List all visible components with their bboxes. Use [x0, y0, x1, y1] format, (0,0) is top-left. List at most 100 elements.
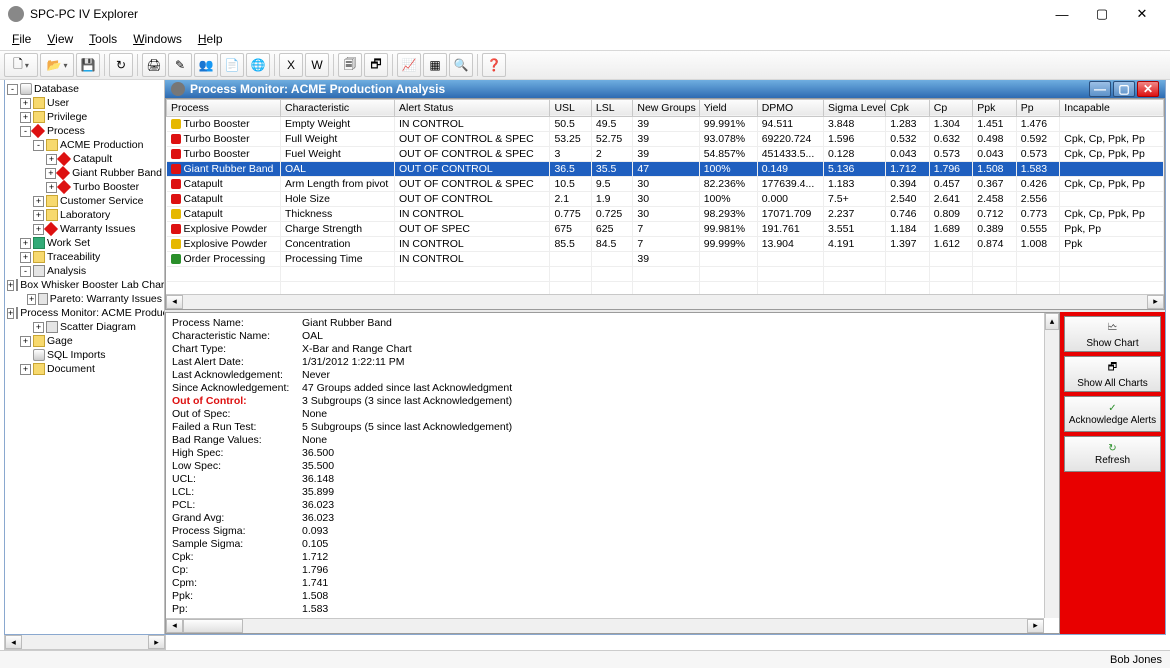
- close-button[interactable]: ✕: [1122, 2, 1162, 26]
- menu-help[interactable]: Help: [190, 29, 231, 49]
- expand-toggle[interactable]: +: [27, 294, 36, 305]
- menu-tools[interactable]: Tools: [81, 29, 125, 49]
- expand-toggle[interactable]: +: [46, 182, 57, 193]
- col-dpmo[interactable]: DPMO: [757, 99, 823, 116]
- grid-horizontal-scrollbar[interactable]: ◂ ▸: [166, 294, 1164, 309]
- navigation-tree[interactable]: -Database+User+Privilege-Process-ACME Pr…: [5, 80, 165, 634]
- tree-node-analysis[interactable]: -Analysis: [7, 264, 162, 278]
- tree-node-traceability[interactable]: +Traceability: [7, 250, 162, 264]
- table-row[interactable]: Explosive PowderCharge StrengthOUT OF SP…: [167, 221, 1164, 236]
- table-row[interactable]: Turbo BoosterFull WeightOUT OF CONTROL &…: [167, 131, 1164, 146]
- show-all-charts-button[interactable]: 🗗Show All Charts: [1064, 356, 1161, 392]
- table-row[interactable]: CatapultArm Length from pivotOUT OF CONT…: [167, 176, 1164, 191]
- expand-toggle[interactable]: +: [20, 238, 31, 249]
- col-lsl[interactable]: LSL: [591, 99, 632, 116]
- tree-node-warranty-issues[interactable]: +Warranty Issues: [7, 222, 162, 236]
- table-row[interactable]: Giant Rubber BandOALOUT OF CONTROL36.535…: [167, 161, 1164, 176]
- detail-vertical-scrollbar[interactable]: ▴: [1044, 313, 1059, 618]
- tree-node-gage[interactable]: +Gage: [7, 334, 162, 348]
- copy-button[interactable]: 🗐: [338, 53, 362, 77]
- tree-node-process[interactable]: -Process: [7, 124, 162, 138]
- tree-node-giant-rubber-band[interactable]: +Giant Rubber Band: [7, 166, 162, 180]
- menu-file[interactable]: File: [4, 29, 39, 49]
- tree-node-customer-service[interactable]: +Customer Service: [7, 194, 162, 208]
- tree-node-work-set[interactable]: +Work Set: [7, 236, 162, 250]
- minimize-button[interactable]: —: [1042, 2, 1082, 26]
- expand-toggle[interactable]: +: [33, 224, 44, 235]
- col-usl[interactable]: USL: [550, 99, 591, 116]
- expand-toggle[interactable]: +: [7, 308, 14, 319]
- table-row[interactable]: Turbo BoosterFuel WeightOUT OF CONTROL &…: [167, 146, 1164, 161]
- col-cp[interactable]: Cp: [929, 99, 973, 116]
- col-pp[interactable]: Pp: [1016, 99, 1060, 116]
- tree-node-scatter-diagram[interactable]: +Scatter Diagram: [7, 320, 162, 334]
- tree-node-pareto-warranty-issues[interactable]: +Pareto: Warranty Issues: [7, 292, 162, 306]
- expand-toggle[interactable]: +: [33, 322, 44, 333]
- tree-node-acme-production[interactable]: -ACME Production: [7, 138, 162, 152]
- table-row[interactable]: CatapultThicknessIN CONTROL0.7750.725309…: [167, 206, 1164, 221]
- expand-toggle[interactable]: -: [7, 84, 18, 95]
- expand-toggle[interactable]: +: [33, 196, 44, 207]
- open-button[interactable]: 📂: [40, 53, 74, 77]
- globe-button[interactable]: 🌐: [246, 53, 270, 77]
- cal-button[interactable]: ▦: [423, 53, 447, 77]
- show-chart-button[interactable]: 🗠Show Chart: [1064, 316, 1161, 352]
- chart-button[interactable]: 📈: [397, 53, 421, 77]
- expand-toggle[interactable]: -: [33, 140, 44, 151]
- refresh-button[interactable]: ↻: [109, 53, 133, 77]
- report-button[interactable]: 📄: [220, 53, 244, 77]
- cascade-button[interactable]: 🗗: [364, 53, 388, 77]
- menu-windows[interactable]: Windows: [125, 29, 190, 49]
- tree-node-user[interactable]: +User: [7, 96, 162, 110]
- tree-node-document[interactable]: +Document: [7, 362, 162, 376]
- table-row[interactable]: Explosive PowderConcentrationIN CONTROL8…: [167, 236, 1164, 251]
- subwindow-close-button[interactable]: ✕: [1137, 81, 1159, 97]
- acknowledge-alerts-button[interactable]: ✓Acknowledge Alerts: [1064, 396, 1161, 432]
- table-row[interactable]: Order ProcessingProcessing TimeIN CONTRO…: [167, 251, 1164, 266]
- expand-toggle[interactable]: +: [20, 252, 31, 263]
- tree-node-sql-imports[interactable]: SQL Imports: [7, 348, 162, 362]
- tree-horizontal-scrollbar[interactable]: ◂▸: [4, 635, 166, 650]
- col-incapable[interactable]: Incapable: [1060, 99, 1164, 116]
- tree-node-process-monitor-acme-producti[interactable]: +Process Monitor: ACME Producti: [7, 306, 162, 320]
- word-button[interactable]: W: [305, 53, 329, 77]
- subwindow-maximize-button[interactable]: ▢: [1113, 81, 1135, 97]
- table-row[interactable]: Turbo BoosterEmpty WeightIN CONTROL50.54…: [167, 116, 1164, 131]
- expand-toggle[interactable]: +: [7, 280, 14, 291]
- print-button[interactable]: 🖨: [142, 53, 166, 77]
- excel-button[interactable]: X: [279, 53, 303, 77]
- tree-node-catapult[interactable]: +Catapult: [7, 152, 162, 166]
- detail-horizontal-scrollbar[interactable]: ◂▸: [166, 618, 1044, 633]
- expand-toggle[interactable]: -: [20, 266, 31, 277]
- expand-toggle[interactable]: +: [46, 154, 57, 165]
- expand-toggle[interactable]: +: [20, 336, 31, 347]
- expand-toggle[interactable]: +: [20, 112, 31, 123]
- tree-node-privilege[interactable]: +Privilege: [7, 110, 162, 124]
- expand-toggle[interactable]: +: [33, 210, 44, 221]
- expand-toggle[interactable]: +: [20, 98, 31, 109]
- save-button[interactable]: 💾: [76, 53, 100, 77]
- col-sigma-level[interactable]: Sigma Level: [824, 99, 886, 116]
- refresh-button[interactable]: ↻Refresh: [1064, 436, 1161, 472]
- expand-toggle[interactable]: +: [45, 168, 56, 179]
- col-process[interactable]: Process: [167, 99, 281, 116]
- tree-node-laboratory[interactable]: +Laboratory: [7, 208, 162, 222]
- table-row[interactable]: CatapultHole SizeOUT OF CONTROL2.11.9301…: [167, 191, 1164, 206]
- col-yield[interactable]: Yield: [699, 99, 757, 116]
- tree-node-database[interactable]: -Database: [7, 82, 162, 96]
- maximize-button[interactable]: ▢: [1082, 2, 1122, 26]
- expand-toggle[interactable]: -: [20, 126, 31, 137]
- menu-view[interactable]: View: [39, 29, 81, 49]
- subwindow-minimize-button[interactable]: —: [1089, 81, 1111, 97]
- users-button[interactable]: 👥: [194, 53, 218, 77]
- col-alert-status[interactable]: Alert Status: [395, 99, 550, 116]
- help-button[interactable]: ❓: [482, 53, 506, 77]
- tree-node-turbo-booster[interactable]: +Turbo Booster: [7, 180, 162, 194]
- col-new-groups[interactable]: New Groups: [633, 99, 699, 116]
- new-button[interactable]: 🗋: [4, 53, 38, 77]
- col-ppk[interactable]: Ppk: [973, 99, 1017, 116]
- expand-toggle[interactable]: +: [20, 364, 31, 375]
- find-button[interactable]: 🔍: [449, 53, 473, 77]
- tree-node-box-whisker-booster-lab-charge[interactable]: +Box Whisker Booster Lab Charge: [7, 278, 162, 292]
- col-cpk[interactable]: Cpk: [886, 99, 930, 116]
